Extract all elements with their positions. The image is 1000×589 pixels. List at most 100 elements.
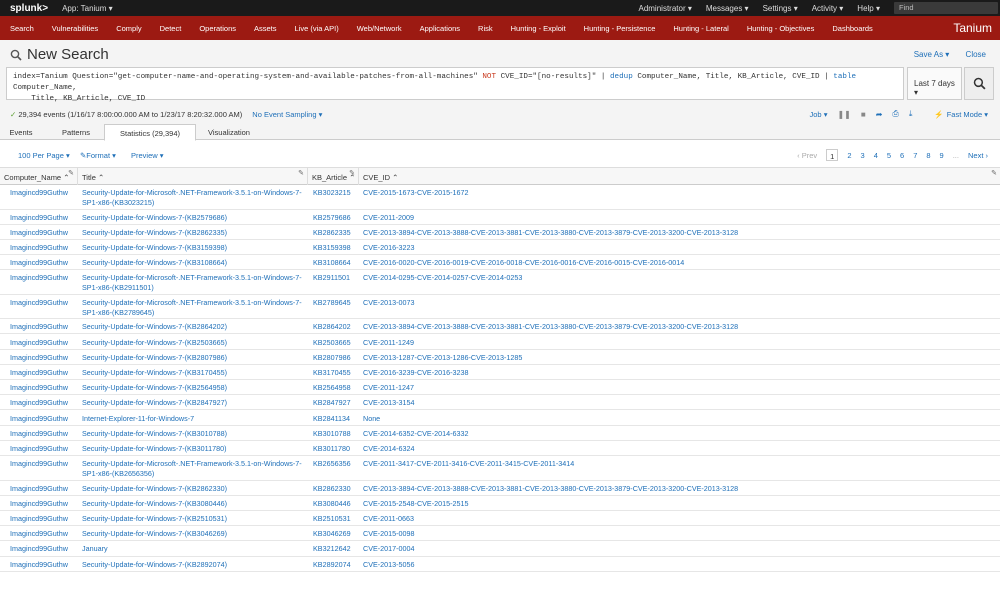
cell-title[interactable]: Security-Update-for-Windows-7-(KB3108664… bbox=[82, 258, 304, 268]
cell-kb-article[interactable]: KB3170455 bbox=[313, 368, 359, 378]
cell-kb-article[interactable]: KB3046269 bbox=[313, 529, 359, 539]
page-4-button[interactable]: 4 bbox=[874, 151, 878, 161]
cell-computer-name[interactable]: Imagincd99Guthw bbox=[10, 514, 78, 524]
cell-kb-article[interactable]: KB2579686 bbox=[313, 213, 359, 223]
cell-computer-name[interactable]: Imagincd99Guthw bbox=[10, 544, 78, 554]
menu-help[interactable]: Help ▾ bbox=[857, 4, 880, 13]
cell-kb-article[interactable]: KB3159398 bbox=[313, 243, 359, 253]
cell-title[interactable]: Security-Update-for-Windows-7-(KB2864202… bbox=[82, 322, 304, 332]
cell-cve-id[interactable]: CVE-2015-2548-CVE-2015-2515 bbox=[363, 499, 993, 509]
print-icon[interactable]: ⎙ bbox=[892, 109, 898, 119]
cell-computer-name[interactable]: Imagincd99Guthw bbox=[10, 484, 78, 494]
cell-cve-id[interactable]: CVE-2013-3894-CVE-2013-3888-CVE-2013-388… bbox=[363, 322, 993, 332]
cell-computer-name[interactable]: Imagincd99Guthw bbox=[10, 398, 78, 408]
cell-title[interactable]: Security-Update-for-Windows-7-(KB2892074… bbox=[82, 560, 304, 570]
nav-vulnerabilities[interactable]: Vulnerabilities bbox=[43, 24, 107, 33]
nav-live-api[interactable]: Live (via API) bbox=[286, 24, 348, 33]
edit-icon[interactable]: ✎ bbox=[991, 169, 997, 177]
cell-kb-article[interactable]: KB3080446 bbox=[313, 499, 359, 509]
cell-computer-name[interactable]: Imagincd99Guthw bbox=[10, 383, 78, 393]
column-header-title[interactable]: Title ⌃ ✎ bbox=[78, 168, 308, 185]
edit-icon[interactable]: ✎ bbox=[68, 169, 74, 177]
format-dropdown[interactable]: ✎Format ▾ bbox=[80, 151, 116, 160]
cell-cve-id[interactable]: CVE-2016-3239-CVE-2016-3238 bbox=[363, 368, 993, 378]
cell-cve-id[interactable]: CVE-2011-3417-CVE-2011-3416-CVE-2011-341… bbox=[363, 459, 993, 469]
cell-computer-name[interactable]: Imagincd99Guthw bbox=[10, 188, 78, 198]
stop-icon[interactable]: ■ bbox=[861, 110, 866, 119]
nav-detect[interactable]: Detect bbox=[151, 24, 191, 33]
time-range-picker[interactable]: Last 7 days ▾ bbox=[907, 67, 962, 100]
page-9-button[interactable]: 9 bbox=[940, 151, 944, 161]
nav-hunting-objectives[interactable]: Hunting - Objectives bbox=[738, 24, 824, 33]
cell-kb-article[interactable]: KB2503665 bbox=[313, 338, 359, 348]
cell-computer-name[interactable]: Imagincd99Guthw bbox=[10, 429, 78, 439]
cell-title[interactable]: Security-Update-for-Windows-7-(KB3010788… bbox=[82, 429, 304, 439]
menu-messages[interactable]: Messages ▾ bbox=[706, 4, 749, 13]
cell-computer-name[interactable]: Imagincd99Guthw bbox=[10, 338, 78, 348]
tab-patterns[interactable]: Patterns bbox=[50, 124, 102, 140]
cell-computer-name[interactable]: Imagincd99Guthw bbox=[10, 529, 78, 539]
cell-kb-article[interactable]: KB2841134 bbox=[313, 414, 359, 424]
close-button[interactable]: Close bbox=[966, 50, 986, 59]
cell-kb-article[interactable]: KB3212642 bbox=[313, 544, 359, 554]
cell-computer-name[interactable]: Imagincd99Guthw bbox=[10, 560, 78, 570]
cell-title[interactable]: Security-Update-for-Windows-7-(KB2847927… bbox=[82, 398, 304, 408]
preview-dropdown[interactable]: Preview ▾ bbox=[131, 151, 164, 160]
cell-cve-id[interactable]: CVE-2017-0004 bbox=[363, 544, 993, 554]
cell-computer-name[interactable]: Imagincd99Guthw bbox=[10, 258, 78, 268]
menu-administrator[interactable]: Administrator ▾ bbox=[638, 4, 691, 13]
page-5-button[interactable]: 5 bbox=[887, 151, 891, 161]
page-2-button[interactable]: 2 bbox=[847, 151, 851, 161]
edit-icon[interactable]: ✎ bbox=[349, 169, 355, 177]
cell-computer-name[interactable]: Imagincd99Guthw bbox=[10, 298, 78, 308]
cell-title[interactable]: Security-Update-for-Windows-7-(KB2510531… bbox=[82, 514, 304, 524]
nav-hunting-exploit[interactable]: Hunting - Exploit bbox=[502, 24, 575, 33]
cell-title[interactable]: Internet-Explorer-11-for-Windows-7 bbox=[82, 414, 304, 424]
cell-kb-article[interactable]: KB2847927 bbox=[313, 398, 359, 408]
cell-cve-id[interactable]: CVE-2015-1673-CVE-2015-1672 bbox=[363, 188, 993, 198]
cell-computer-name[interactable]: Imagincd99Guthw bbox=[10, 213, 78, 223]
share-icon[interactable]: ➦ bbox=[876, 110, 883, 119]
cell-computer-name[interactable]: Imagincd99Guthw bbox=[10, 499, 78, 509]
event-sampling-dropdown[interactable]: No Event Sampling ▾ bbox=[252, 110, 322, 119]
cell-kb-article[interactable]: KB3023215 bbox=[313, 188, 359, 198]
cell-computer-name[interactable]: Imagincd99Guthw bbox=[10, 243, 78, 253]
nav-assets[interactable]: Assets bbox=[245, 24, 286, 33]
cell-kb-article[interactable]: KB2911501 bbox=[313, 273, 359, 283]
cell-title[interactable]: Security-Update-for-Microsoft-.NET-Frame… bbox=[82, 298, 304, 318]
cell-title[interactable]: Security-Update-for-Windows-7-(KB2579686… bbox=[82, 213, 304, 223]
cell-cve-id[interactable]: None bbox=[363, 414, 993, 424]
pause-icon[interactable]: ❚❚ bbox=[837, 110, 850, 119]
app-selector[interactable]: App: Tanium ▾ bbox=[62, 4, 113, 13]
next-page-button[interactable]: Next › bbox=[968, 151, 988, 161]
cell-cve-id[interactable]: CVE-2016-0020-CVE-2016-0019-CVE-2016-001… bbox=[363, 258, 993, 268]
cell-cve-id[interactable]: CVE-2011-1247 bbox=[363, 383, 993, 393]
cell-computer-name[interactable]: Imagincd99Guthw bbox=[10, 353, 78, 363]
cell-title[interactable]: Security-Update-for-Microsoft-.NET-Frame… bbox=[82, 188, 304, 208]
column-header-cve-id[interactable]: CVE_ID ⌃ ✎ bbox=[359, 168, 1000, 185]
cell-cve-id[interactable]: CVE-2015-0098 bbox=[363, 529, 993, 539]
search-submit-button[interactable] bbox=[964, 67, 994, 100]
cell-kb-article[interactable]: KB2862335 bbox=[313, 228, 359, 238]
cell-title[interactable]: Security-Update-for-Microsoft-.NET-Frame… bbox=[82, 273, 304, 293]
cell-kb-article[interactable]: KB2807986 bbox=[313, 353, 359, 363]
cell-title[interactable]: Security-Update-for-Windows-7-(KB3159398… bbox=[82, 243, 304, 253]
cell-title[interactable]: Security-Update-for-Windows-7-(KB2862335… bbox=[82, 228, 304, 238]
per-page-dropdown[interactable]: 100 Per Page ▾ bbox=[18, 151, 70, 160]
cell-kb-article[interactable]: KB2864202 bbox=[313, 322, 359, 332]
page-6-button[interactable]: 6 bbox=[900, 151, 904, 161]
cell-computer-name[interactable]: Imagincd99Guthw bbox=[10, 459, 78, 469]
prev-page-button[interactable]: ‹ Prev bbox=[797, 151, 817, 161]
tab-visualization[interactable]: Visualization bbox=[200, 124, 258, 140]
nav-hunting-lateral[interactable]: Hunting - Lateral bbox=[664, 24, 737, 33]
cell-cve-id[interactable]: CVE-2013-5056 bbox=[363, 560, 993, 570]
cell-computer-name[interactable]: Imagincd99Guthw bbox=[10, 322, 78, 332]
cell-cve-id[interactable]: CVE-2013-3894-CVE-2013-3888-CVE-2013-388… bbox=[363, 228, 993, 238]
page-7-button[interactable]: 7 bbox=[913, 151, 917, 161]
page-1-button[interactable]: 1 bbox=[826, 149, 839, 161]
cell-cve-id[interactable]: CVE-2013-3894-CVE-2013-3888-CVE-2013-388… bbox=[363, 484, 993, 494]
nav-operations[interactable]: Operations bbox=[190, 24, 245, 33]
cell-computer-name[interactable]: Imagincd99Guthw bbox=[10, 228, 78, 238]
cell-title[interactable]: Security-Update-for-Windows-7-(KB2862330… bbox=[82, 484, 304, 494]
edit-icon[interactable]: ✎ bbox=[298, 169, 304, 177]
